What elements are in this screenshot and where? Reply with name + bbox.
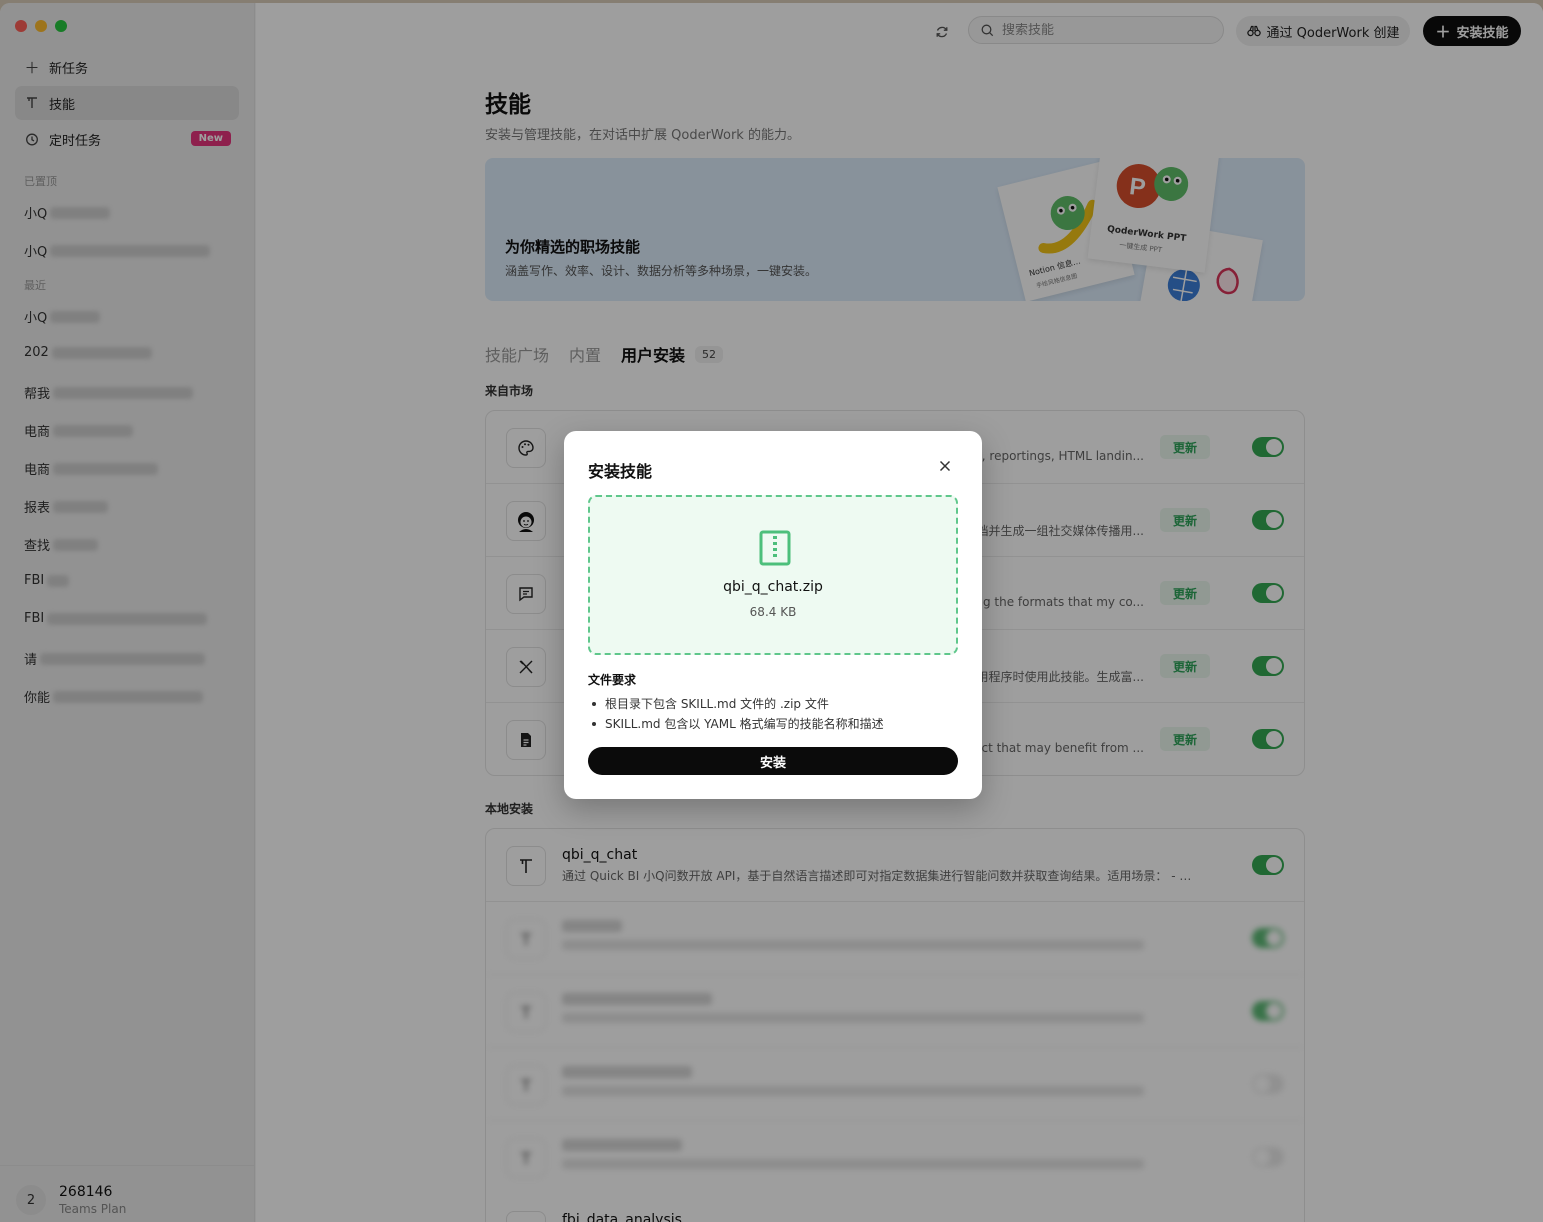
install-button[interactable]: 安装 [588,747,958,775]
requirements-title: 文件要求 [588,673,637,687]
file-name: qbi_q_chat.zip [723,579,823,595]
file-dropzone[interactable]: qbi_q_chat.zip 68.4 KB [588,495,958,655]
close-icon[interactable] [936,457,954,475]
zip-file-icon [759,530,791,566]
requirements-list: 根目录下包含 SKILL.md 文件的 .zip 文件 SKILL.md 包含以… [588,694,884,734]
file-size: 68.4 KB [749,605,797,619]
requirement-item: 根目录下包含 SKILL.md 文件的 .zip 文件 [588,694,884,714]
requirement-item: SKILL.md 包含以 YAML 格式编写的技能名称和描述 [588,714,884,734]
install-skill-dialog: 安装技能 qbi_q_chat.zip 68.4 KB 文件要求 根目录下包含 … [564,431,982,799]
dialog-title: 安装技能 [588,462,653,481]
